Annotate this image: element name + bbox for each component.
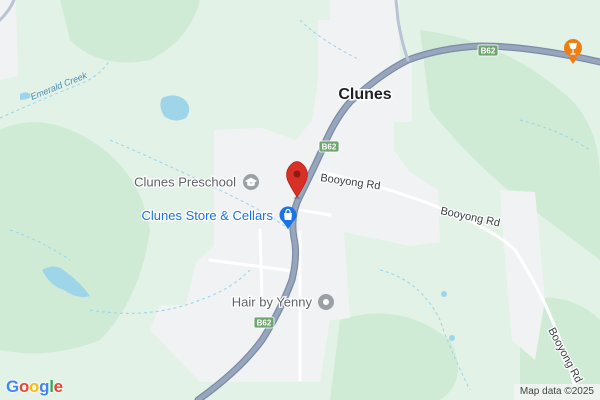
route-label: B62 (481, 47, 496, 56)
route-shield: B62 (477, 44, 499, 57)
logo-letter: e (53, 377, 63, 396)
map-attribution[interactable]: Map data ©2025 (513, 384, 600, 400)
route-label: B62 (322, 143, 337, 152)
route-label: B62 (257, 319, 272, 328)
route-shield: B62 (253, 316, 275, 329)
logo-letter: o (18, 377, 30, 396)
map-canvas[interactable]: B62 B62 B62 Booyong Rd Booyong Rd Booyon… (0, 0, 600, 400)
route-shield: B62 (318, 140, 340, 153)
town-label: Clunes (338, 86, 391, 103)
logo-letter: G (6, 377, 19, 396)
poi-label: Hair by Yenny (232, 295, 313, 310)
poi-label: Clunes Preschool (134, 175, 236, 190)
google-logo[interactable]: Google (6, 377, 63, 397)
logo-letter: o (29, 377, 40, 396)
poi-label: Clunes Store & Cellars (142, 208, 274, 223)
logo-letter: g (39, 377, 50, 396)
map-layer: B62 B62 B62 Booyong Rd Booyong Rd Booyon… (0, 0, 600, 400)
